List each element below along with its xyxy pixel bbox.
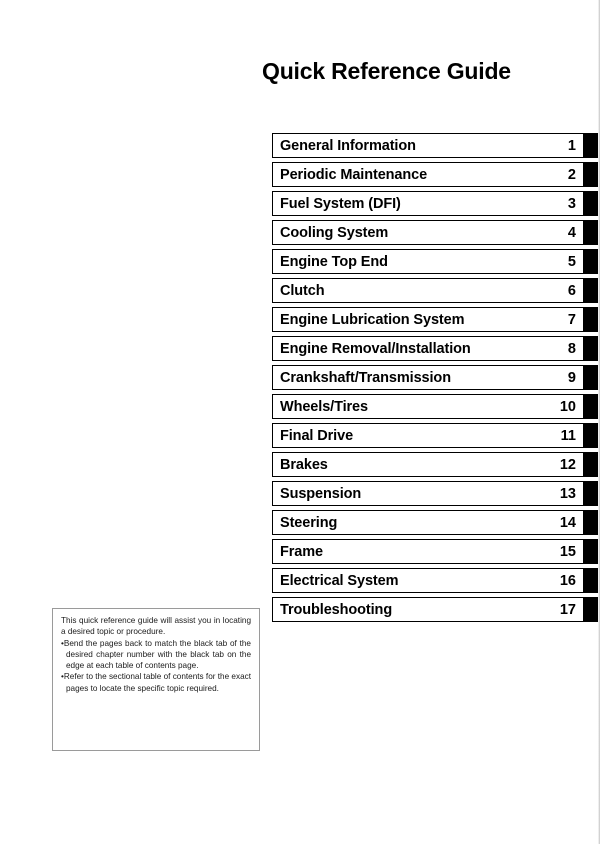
chapter-box[interactable]: Cooling System 4 xyxy=(272,220,584,245)
chapter-number: 11 xyxy=(560,427,576,444)
chapter-black-tab xyxy=(584,336,598,361)
note-bullet-item: •Refer to the sectional table of content… xyxy=(61,671,251,694)
chapter-black-tab xyxy=(584,307,598,332)
chapter-box[interactable]: Crankshaft/Transmission 9 xyxy=(272,365,584,390)
chapter-black-tab xyxy=(584,394,598,419)
chapter-label: Fuel System (DFI) xyxy=(280,195,401,212)
chapter-black-tab xyxy=(584,133,598,158)
chapter-black-tab xyxy=(584,423,598,448)
chapter-black-tab xyxy=(584,597,598,622)
chapter-black-tab xyxy=(584,191,598,216)
chapter-row[interactable]: Periodic Maintenance 2 xyxy=(272,162,598,187)
usage-note-box: This quick reference guide will assist y… xyxy=(52,608,260,751)
chapter-box[interactable]: Brakes 12 xyxy=(272,452,584,477)
chapter-number: 8 xyxy=(567,340,576,357)
chapter-tab-list: General Information 1 Periodic Maintenance… xyxy=(272,133,598,626)
chapter-black-tab xyxy=(584,220,598,245)
chapter-number: 9 xyxy=(567,369,576,386)
chapter-row[interactable]: Final Drive 11 xyxy=(272,423,598,448)
page-title: Quick Reference Guide xyxy=(262,58,511,84)
chapter-number: 4 xyxy=(567,224,576,241)
note-bullet-text: Refer to the sectional table of contents… xyxy=(63,672,251,693)
chapter-number: 6 xyxy=(567,282,576,299)
chapter-number: 13 xyxy=(559,485,576,502)
chapter-label: Engine Top End xyxy=(280,253,388,270)
chapter-number: 2 xyxy=(567,166,576,183)
chapter-box[interactable]: Suspension 13 xyxy=(272,481,584,506)
chapter-black-tab xyxy=(584,365,598,390)
chapter-label: Crankshaft/Transmission xyxy=(280,369,451,386)
chapter-number: 16 xyxy=(559,572,576,589)
chapter-box[interactable]: Engine Removal/Installation 8 xyxy=(272,336,584,361)
chapter-box[interactable]: Electrical System 16 xyxy=(272,568,584,593)
chapter-label: Brakes xyxy=(280,456,328,473)
chapter-number: 15 xyxy=(559,543,576,560)
chapter-number: 7 xyxy=(567,311,576,328)
note-bullet-text: Bend the pages back to match the black t… xyxy=(63,638,251,671)
chapter-row[interactable]: Wheels/Tires 10 xyxy=(272,394,598,419)
chapter-box[interactable]: General Information 1 xyxy=(272,133,584,158)
chapter-label: Engine Lubrication System xyxy=(280,311,465,328)
chapter-black-tab xyxy=(584,452,598,477)
chapter-row[interactable]: Frame 15 xyxy=(272,539,598,564)
chapter-label: Frame xyxy=(280,543,324,560)
chapter-row[interactable]: Engine Lubrication System 7 xyxy=(272,307,598,332)
chapter-black-tab xyxy=(584,278,598,303)
chapter-black-tab xyxy=(584,568,598,593)
chapter-number: 14 xyxy=(559,514,576,531)
chapter-row[interactable]: Fuel System (DFI) 3 xyxy=(272,191,598,216)
chapter-box[interactable]: Frame 15 xyxy=(272,539,584,564)
chapter-label: Steering xyxy=(280,514,338,531)
chapter-row[interactable]: Troubleshooting 17 xyxy=(272,597,598,622)
chapter-row[interactable]: Electrical System 16 xyxy=(272,568,598,593)
chapter-number: 3 xyxy=(567,195,576,212)
chapter-black-tab xyxy=(584,481,598,506)
chapter-black-tab xyxy=(584,162,598,187)
chapter-black-tab xyxy=(584,539,598,564)
chapter-label: Suspension xyxy=(280,485,362,502)
chapter-black-tab xyxy=(584,249,598,274)
chapter-box[interactable]: Clutch 6 xyxy=(272,278,584,303)
chapter-box[interactable]: Engine Top End 5 xyxy=(272,249,584,274)
chapter-number: 10 xyxy=(559,398,576,415)
chapter-number: 12 xyxy=(559,456,576,473)
chapter-box[interactable]: Fuel System (DFI) 3 xyxy=(272,191,584,216)
note-bullet-item: •Bend the pages back to match the black … xyxy=(61,638,251,672)
chapter-row[interactable]: Clutch 6 xyxy=(272,278,598,303)
chapter-row[interactable]: Cooling System 4 xyxy=(272,220,598,245)
chapter-label: Cooling System xyxy=(280,224,389,241)
chapter-label: Wheels/Tires xyxy=(280,398,368,415)
chapter-box[interactable]: Final Drive 11 xyxy=(272,423,584,448)
chapter-box[interactable]: Troubleshooting 17 xyxy=(272,597,584,622)
chapter-label: General Information xyxy=(280,137,416,154)
chapter-number: 1 xyxy=(567,137,576,154)
chapter-black-tab xyxy=(584,510,598,535)
chapter-row[interactable]: Steering 14 xyxy=(272,510,598,535)
chapter-number: 17 xyxy=(559,601,576,618)
chapter-row[interactable]: Crankshaft/Transmission 9 xyxy=(272,365,598,390)
chapter-box[interactable]: Engine Lubrication System 7 xyxy=(272,307,584,332)
chapter-box[interactable]: Steering 14 xyxy=(272,510,584,535)
chapter-label: Electrical System xyxy=(280,572,399,589)
chapter-number: 5 xyxy=(567,253,576,270)
chapter-row[interactable]: Brakes 12 xyxy=(272,452,598,477)
chapter-label: Final Drive xyxy=(280,427,354,444)
chapter-label: Troubleshooting xyxy=(280,601,393,618)
chapter-row[interactable]: Engine Top End 5 xyxy=(272,249,598,274)
chapter-row[interactable]: Suspension 13 xyxy=(272,481,598,506)
chapter-row[interactable]: General Information 1 xyxy=(272,133,598,158)
chapter-label: Clutch xyxy=(280,282,325,299)
chapter-label: Periodic Maintenance xyxy=(280,166,428,183)
chapter-box[interactable]: Periodic Maintenance 2 xyxy=(272,162,584,187)
chapter-row[interactable]: Engine Removal/Installation 8 xyxy=(272,336,598,361)
chapter-box[interactable]: Wheels/Tires 10 xyxy=(272,394,584,419)
note-intro-text: This quick reference guide will assist y… xyxy=(61,616,251,637)
chapter-label: Engine Removal/Installation xyxy=(280,340,471,357)
